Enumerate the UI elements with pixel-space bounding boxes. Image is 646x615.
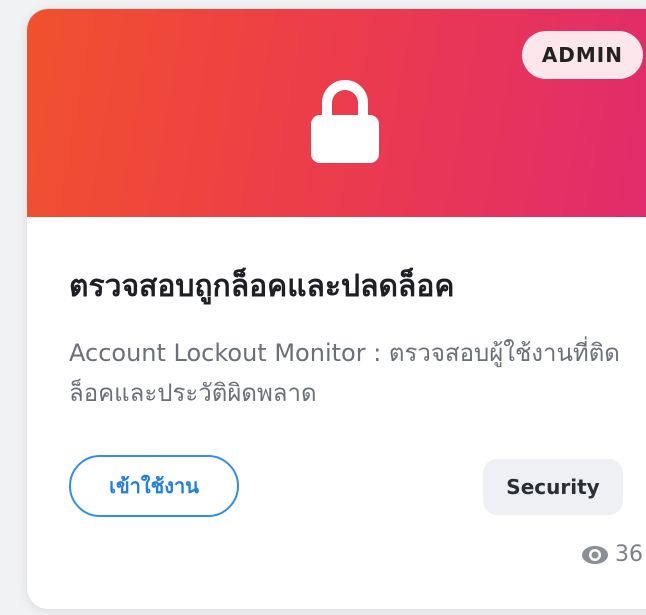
app-card: ADMIN ตรวจสอบถูกล็อคและปลดล็อค Account L… [26,8,646,610]
card-title: ตรวจสอบถูกล็อคและปลดล็อค [69,269,455,304]
admin-badge: ADMIN [521,31,643,79]
view-count-value: 36 [615,542,643,567]
category-tag: Security [483,459,623,515]
card-banner: ADMIN [27,9,646,217]
enter-button[interactable]: เข้าใช้งาน [69,455,239,517]
view-count: 36 [581,542,643,567]
card-description: Account Lockout Monitor : ตรวจสอบผู้ใช้ง… [69,339,620,407]
lock-icon [311,80,379,163]
eye-icon [582,545,608,564]
page: ADMIN ตรวจสอบถูกล็อคและปลดล็อค Account L… [0,0,646,615]
